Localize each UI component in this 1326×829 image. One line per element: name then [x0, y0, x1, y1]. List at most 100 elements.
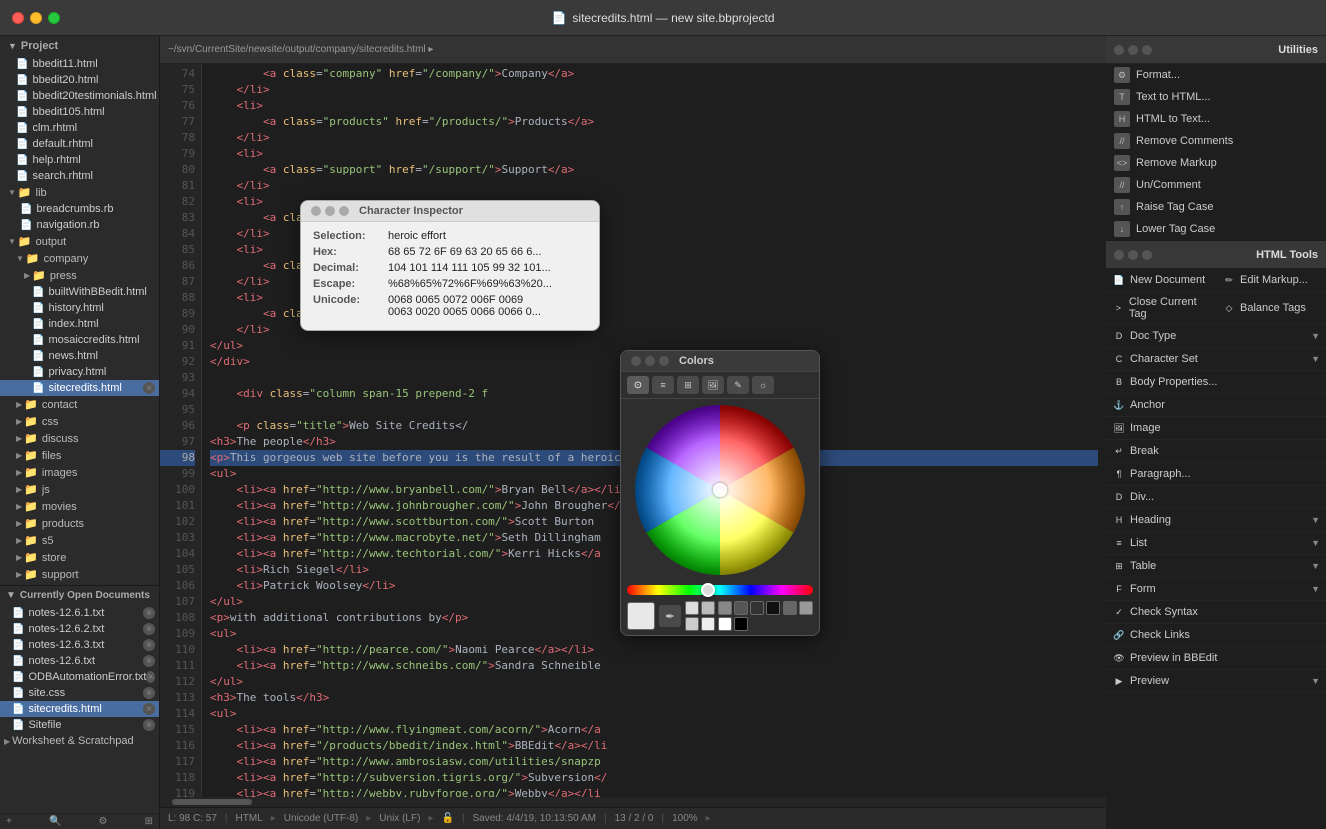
- tree-file-mosaicred[interactable]: 📄mosaiccredits.html: [0, 332, 159, 348]
- tree-file-news[interactable]: 📄news.html: [0, 348, 159, 364]
- character-set-dropdown[interactable]: C Character Set ▼: [1106, 348, 1326, 371]
- edit-markup-btn[interactable]: ✏ Edit Markup...: [1216, 269, 1326, 292]
- worksheet-header[interactable]: ▶ Worksheet & Scratchpad: [0, 733, 159, 749]
- color-sliders-btn[interactable]: ≡: [652, 376, 674, 394]
- folder-products[interactable]: ▶📁products: [0, 515, 159, 532]
- paragraph-btn[interactable]: ¶ Paragraph...: [1106, 463, 1326, 486]
- folder-movies[interactable]: ▶📁movies: [0, 498, 159, 515]
- color-image-btn[interactable]: 🖼: [702, 376, 724, 394]
- color-crayons-btn[interactable]: ✎: [727, 376, 749, 394]
- color-custom-btn[interactable]: ☼: [752, 376, 774, 394]
- swatch-1[interactable]: [685, 601, 699, 615]
- tree-file-search[interactable]: 📄search.rhtml: [0, 168, 159, 184]
- tree-file-clm[interactable]: 📄clm.rhtml: [0, 120, 159, 136]
- folder-files[interactable]: ▶📁files: [0, 447, 159, 464]
- close-doc-btn[interactable]: ×: [143, 655, 155, 667]
- anchor-btn[interactable]: ⚓ Anchor: [1106, 394, 1326, 417]
- preview-dropdown[interactable]: ▶ Preview ▼: [1106, 670, 1326, 693]
- break-btn[interactable]: ↵ Break: [1106, 440, 1326, 463]
- remove-comments-btn[interactable]: // Remove Comments: [1106, 130, 1326, 152]
- folder-images[interactable]: ▶📁images: [0, 464, 159, 481]
- preview-bbedit-btn[interactable]: 👁 Preview in BBEdit: [1106, 647, 1326, 670]
- check-syntax-btn[interactable]: ✓ Check Syntax: [1106, 601, 1326, 624]
- tree-file-breadcrumbs[interactable]: 📄breadcrumbs.rb: [0, 201, 159, 217]
- open-doc-notes4[interactable]: 📄 notes-12.6.txt ×: [0, 653, 159, 669]
- open-doc-notes3[interactable]: 📄 notes-12.6.3.txt ×: [0, 637, 159, 653]
- close-doc-btn[interactable]: ×: [143, 719, 155, 731]
- form-dropdown[interactable]: F Form ▼: [1106, 578, 1326, 601]
- balance-tags-btn[interactable]: ◇ Balance Tags: [1216, 292, 1326, 325]
- close-doc-btn[interactable]: ×: [143, 623, 155, 635]
- close-doc-btn[interactable]: ×: [143, 639, 155, 651]
- project-header[interactable]: ▼ Project: [0, 36, 159, 56]
- tree-file-default[interactable]: 📄default.rhtml: [0, 136, 159, 152]
- doc-type-dropdown[interactable]: D Doc Type ▼: [1106, 325, 1326, 348]
- swatch-7[interactable]: [783, 601, 797, 615]
- format-btn[interactable]: ⚙ Format...: [1106, 64, 1326, 86]
- swatch-2[interactable]: [701, 601, 715, 615]
- color-crosshair[interactable]: [713, 483, 727, 497]
- close-doc-btn[interactable]: ×: [146, 671, 155, 683]
- hue-slider[interactable]: [627, 585, 813, 595]
- color-palette-btn[interactable]: ⊞: [677, 376, 699, 394]
- grid-btn[interactable]: ⊞: [145, 816, 153, 827]
- folder-discuss[interactable]: ▶📁discuss: [0, 430, 159, 447]
- swatch-10[interactable]: [701, 617, 715, 631]
- list-dropdown[interactable]: ≡ List ▼: [1106, 532, 1326, 555]
- uncomment-btn[interactable]: // Un/Comment: [1106, 174, 1326, 196]
- swatch-8[interactable]: [799, 601, 813, 615]
- tree-file-bbedit105[interactable]: 📄bbedit105.html: [0, 104, 159, 120]
- current-open-header[interactable]: ▼ Currently Open Documents: [0, 585, 159, 605]
- tree-file-bbedit20t[interactable]: 📄bbedit20testimonials.html: [0, 88, 159, 104]
- folder-output[interactable]: ▼ 📁 output: [0, 233, 159, 250]
- close-button[interactable]: [12, 12, 24, 24]
- swatch-9[interactable]: [685, 617, 699, 631]
- folder-press[interactable]: ▶ 📁 press: [0, 267, 159, 284]
- swatch-3[interactable]: [718, 601, 732, 615]
- zoom-button[interactable]: [48, 12, 60, 24]
- search-btn[interactable]: 🔍: [49, 816, 61, 827]
- swatch-12[interactable]: [734, 617, 748, 631]
- new-document-btn[interactable]: 📄 New Document: [1106, 269, 1216, 292]
- open-doc-sitecss[interactable]: 📄 site.css ×: [0, 685, 159, 701]
- gear-btn[interactable]: ⚙: [99, 816, 108, 827]
- folder-js[interactable]: ▶📁js: [0, 481, 159, 498]
- close-doc-btn[interactable]: ×: [143, 607, 155, 619]
- folder-contact[interactable]: ▶📁contact: [0, 396, 159, 413]
- color-wheel[interactable]: [635, 405, 805, 575]
- image-btn[interactable]: 🖼 Image: [1106, 417, 1326, 440]
- color-swatch-selected[interactable]: [627, 602, 655, 630]
- tree-file-privacy[interactable]: 📄privacy.html: [0, 364, 159, 380]
- horizontal-scrollbar[interactable]: [160, 797, 1106, 807]
- open-doc-notes2[interactable]: 📄 notes-12.6.2.txt ×: [0, 621, 159, 637]
- tree-file-bbedit11[interactable]: 📄bbedit11.html: [0, 56, 159, 72]
- folder-company[interactable]: ▼ 📁 company: [0, 250, 159, 267]
- close-current-tag-btn[interactable]: > Close Current Tag: [1106, 292, 1216, 325]
- add-btn[interactable]: +: [6, 816, 12, 827]
- folder-css[interactable]: ▶📁css: [0, 413, 159, 430]
- folder-store[interactable]: ▶📁store: [0, 549, 159, 566]
- open-doc-sitefile[interactable]: 📄 Sitefile ×: [0, 717, 159, 733]
- heading-dropdown[interactable]: H Heading ▼: [1106, 509, 1326, 532]
- swatch-4[interactable]: [734, 601, 748, 615]
- open-doc-notes1[interactable]: 📄 notes-12.6.1.txt ×: [0, 605, 159, 621]
- raise-tag-btn[interactable]: ↑ Raise Tag Case: [1106, 196, 1326, 218]
- html-to-text-btn[interactable]: H HTML to Text...: [1106, 108, 1326, 130]
- remove-markup-btn[interactable]: <> Remove Markup: [1106, 152, 1326, 174]
- table-dropdown[interactable]: ⊞ Table ▼: [1106, 555, 1326, 578]
- folder-lib[interactable]: ▼ 📁 lib: [0, 184, 159, 201]
- tree-file-builtbb[interactable]: 📄builtWithBBedit.html: [0, 284, 159, 300]
- tree-file-index[interactable]: 📄index.html: [0, 316, 159, 332]
- check-links-btn[interactable]: 🔗 Check Links: [1106, 624, 1326, 647]
- swatch-11[interactable]: [718, 617, 732, 631]
- body-properties-btn[interactable]: B Body Properties...: [1106, 371, 1326, 394]
- lower-tag-btn[interactable]: ↓ Lower Tag Case: [1106, 218, 1326, 240]
- div-btn[interactable]: D Div...: [1106, 486, 1326, 509]
- color-wheel-btn[interactable]: ⊙: [627, 376, 649, 394]
- folder-s5[interactable]: ▶📁s5: [0, 532, 159, 549]
- swatch-5[interactable]: [750, 601, 764, 615]
- close-doc-btn[interactable]: ×: [143, 703, 155, 715]
- tree-file-sitecredits[interactable]: 📄 sitecredits.html ×: [0, 380, 159, 396]
- minimize-button[interactable]: [30, 12, 42, 24]
- close-doc-btn[interactable]: ×: [143, 687, 155, 699]
